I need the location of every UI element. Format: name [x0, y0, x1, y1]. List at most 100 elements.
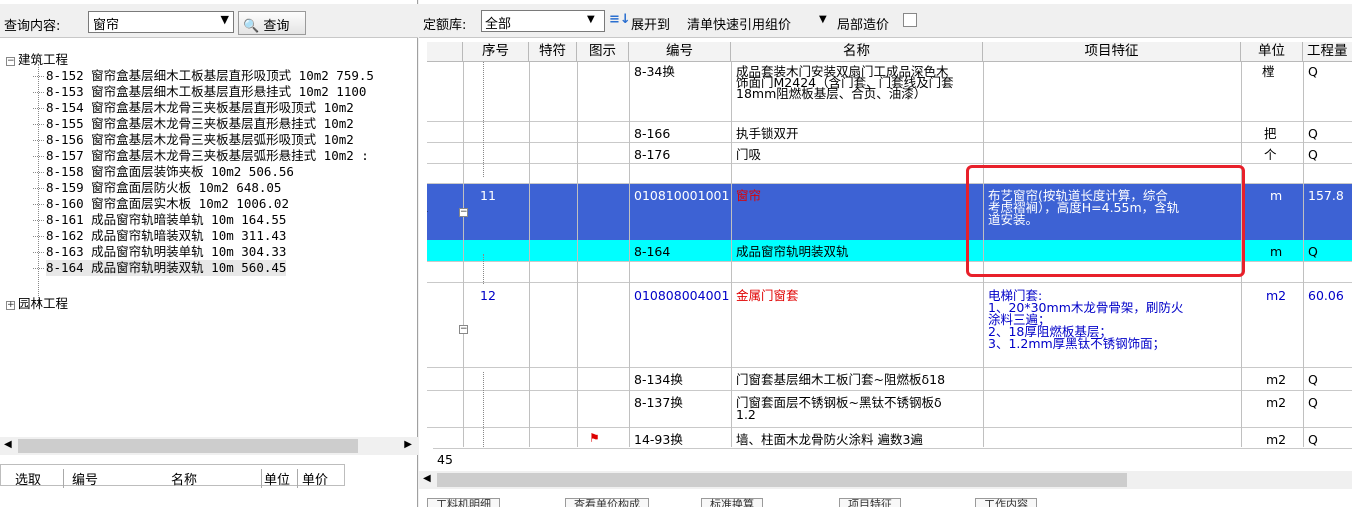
cell-code[interactable]: 14-93换: [631, 432, 686, 447]
cell-code[interactable]: 8-134换: [631, 372, 686, 388]
tree-item[interactable]: 8-162 成品窗帘轨暗装双轨 10m 311.43: [32, 228, 286, 244]
expand-icon[interactable]: +: [6, 301, 15, 310]
local-price-checkbox[interactable]: [903, 13, 917, 27]
collapse-icon[interactable]: −: [6, 57, 15, 66]
tree-item[interactable]: 8-152 窗帘盒基层细木工板基层直形吸顶式 10m2 759.5: [33, 68, 374, 84]
cell-code[interactable]: 8-34换: [631, 64, 678, 80]
cell-qty[interactable]: Q: [1305, 64, 1321, 80]
expand-icon[interactable]: ≡↓: [609, 12, 631, 27]
collapse-icon[interactable]: −: [459, 208, 468, 217]
cell-name[interactable]: 墙、柱面木龙骨防火涂料 遍数3遍: [733, 432, 926, 447]
tab-price-composition[interactable]: 查看单价构成: [565, 498, 649, 507]
tree-item[interactable]: 8-153 窗帘盒基层细木工板基层直形悬挂式 10m2 1100: [32, 84, 366, 100]
tree-item-selected[interactable]: 8-164 成品窗帘轨明装双轨 10m 560.45: [32, 260, 287, 276]
cell-name[interactable]: 成品窗帘轨明装双轨: [733, 244, 852, 260]
col-select[interactable]: 选取: [15, 469, 41, 488]
cell-code[interactable]: 8-166: [631, 126, 673, 142]
left-horizontal-scrollbar[interactable]: ◀ ▶: [0, 437, 418, 455]
cell-name[interactable]: 执手锁双开: [733, 126, 802, 142]
tree-item[interactable]: 8-161 成品窗帘轨暗装单轨 10m 164.55: [32, 212, 286, 228]
scroll-left-icon[interactable]: ◀: [423, 473, 431, 484]
header-quantity[interactable]: 工程量: [1303, 42, 1352, 62]
collapse-icon[interactable]: −: [459, 325, 468, 334]
cell-code[interactable]: 010810001001: [631, 188, 732, 204]
col-name[interactable]: 名称: [171, 469, 197, 488]
table-row[interactable]: [427, 143, 1352, 164]
header-corner: [427, 42, 463, 62]
header-flag[interactable]: 特符: [529, 42, 577, 62]
scrollbar-thumb[interactable]: [437, 473, 1127, 487]
tree-item[interactable]: 8-154 窗帘盒基层木龙骨三夹板基层直形吸顶式 10m2: [33, 100, 354, 116]
table-row[interactable]: [427, 122, 1352, 143]
cell-qty[interactable]: Q: [1305, 244, 1321, 260]
scroll-left-icon[interactable]: ◀: [4, 439, 12, 450]
query-input[interactable]: 窗帘 ▼: [88, 11, 234, 33]
dropdown-arrow-icon[interactable]: ▼: [587, 14, 595, 25]
cell-qty[interactable]: Q: [1305, 126, 1321, 142]
tree-item[interactable]: 8-156 窗帘盒基层木龙骨三夹板基层弧形吸顶式 10m2: [33, 132, 354, 148]
tree-item[interactable]: 8-163 成品窗帘轨明装单轨 10m 304.33: [32, 244, 286, 260]
dropdown-arrow-icon[interactable]: ▼: [221, 13, 229, 26]
cell-name[interactable]: 门窗套基层细木工板门套~阻燃板δ18: [733, 372, 948, 388]
cell-qty[interactable]: Q: [1305, 395, 1321, 411]
cell-unit[interactable]: m2: [1263, 288, 1289, 304]
cell-unit[interactable]: m: [1267, 244, 1285, 260]
query-label: 查询内容:: [4, 19, 61, 34]
col-price[interactable]: 单价: [297, 469, 328, 488]
header-name[interactable]: 名称: [731, 42, 983, 62]
quick-ref-button[interactable]: 清单快速引用组价: [687, 14, 791, 33]
cell-unit[interactable]: 把: [1261, 126, 1280, 142]
tree-item[interactable]: 8-160 窗帘盒面层实木板 10m2 1006.02: [33, 196, 289, 212]
header-unit[interactable]: 单位: [1241, 42, 1303, 62]
cell-name[interactable]: 门吸: [733, 147, 764, 163]
header-seq[interactable]: 序号: [463, 42, 529, 62]
cell-qty[interactable]: Q: [1305, 432, 1321, 447]
col-unit[interactable]: 单位: [261, 469, 290, 488]
tab-features[interactable]: 项目特征: [839, 498, 901, 507]
cell-code[interactable]: 8-176: [631, 147, 673, 163]
expand-to-button[interactable]: 展开到: [631, 14, 670, 33]
tree-item[interactable]: 8-159 窗帘盒面层防火板 10m2 648.05: [32, 180, 281, 196]
tree-node-garden[interactable]: + 园林工程: [6, 296, 68, 312]
cell-unit[interactable]: m2: [1263, 432, 1289, 447]
cell-unit[interactable]: m2: [1263, 372, 1289, 388]
tab-standard-conversion[interactable]: 标准换算: [701, 498, 763, 507]
cell-code[interactable]: 8-164: [631, 244, 673, 260]
col-code[interactable]: 编号: [63, 469, 98, 488]
quota-label: 定额库:: [423, 18, 467, 33]
cell-seq[interactable]: 11: [477, 188, 499, 204]
cell-qty[interactable]: Q: [1305, 372, 1321, 388]
cell-name[interactable]: 门窗套面层不锈钢板~黑钛不锈钢板δ 1.2: [733, 395, 945, 423]
header-feature[interactable]: 项目特征: [983, 42, 1241, 62]
cell-code[interactable]: 010808004001: [631, 288, 732, 304]
column-divider: [1303, 62, 1304, 447]
tab-work-content[interactable]: 工作内容: [975, 498, 1037, 507]
tree-node-building[interactable]: − 建筑工程: [6, 52, 68, 68]
cell-unit[interactable]: 个: [1261, 147, 1280, 163]
cell-qty[interactable]: Q: [1305, 147, 1321, 163]
tree-item[interactable]: 8-157 窗帘盒基层木龙骨三夹板基层弧形悬挂式 10m2 :: [33, 148, 369, 164]
cell-unit[interactable]: 樘: [1259, 64, 1278, 80]
header-code[interactable]: 编号: [629, 42, 731, 62]
tab-materials[interactable]: 工料机明细: [427, 498, 500, 507]
cell-qty[interactable]: 157.8: [1305, 188, 1347, 204]
tree-item[interactable]: 8-158 窗帘盒面层装饰夹板 10m2 506.56: [33, 164, 294, 180]
cell-code[interactable]: 8-137换: [631, 395, 686, 411]
cell-name[interactable]: 窗帘: [733, 188, 764, 204]
right-horizontal-scrollbar[interactable]: ◀: [419, 471, 1352, 489]
scrollbar-thumb[interactable]: [18, 439, 358, 453]
cell-unit[interactable]: m: [1267, 188, 1285, 204]
header-diagram[interactable]: 图示: [577, 42, 629, 62]
quick-ref-dropdown-icon[interactable]: ▼: [819, 14, 827, 25]
scroll-right-icon[interactable]: ▶: [404, 439, 412, 450]
query-button[interactable]: 🔍 查询: [238, 11, 306, 35]
cell-name[interactable]: 金属门窗套: [733, 288, 802, 304]
cell-unit[interactable]: m2: [1263, 395, 1289, 411]
cell-feature[interactable]: 电梯门套: 1、20*30mm木龙骨骨架，刷防火 涂料三遍； 2、18厚阻燃板基…: [985, 288, 1186, 352]
cell-qty[interactable]: 60.06: [1305, 288, 1347, 304]
query-value: 窗帘: [93, 18, 120, 33]
tree-item[interactable]: 8-155 窗帘盒基层木龙骨三夹板基层直形悬挂式 10m2: [33, 116, 354, 132]
cell-seq[interactable]: 12: [477, 288, 499, 304]
table-row[interactable]: [427, 283, 1352, 368]
cell-name[interactable]: 成品套装木门安装双扇门工成品深色木 饰面门M2424（含门套、门套线及门套 18…: [733, 64, 957, 101]
